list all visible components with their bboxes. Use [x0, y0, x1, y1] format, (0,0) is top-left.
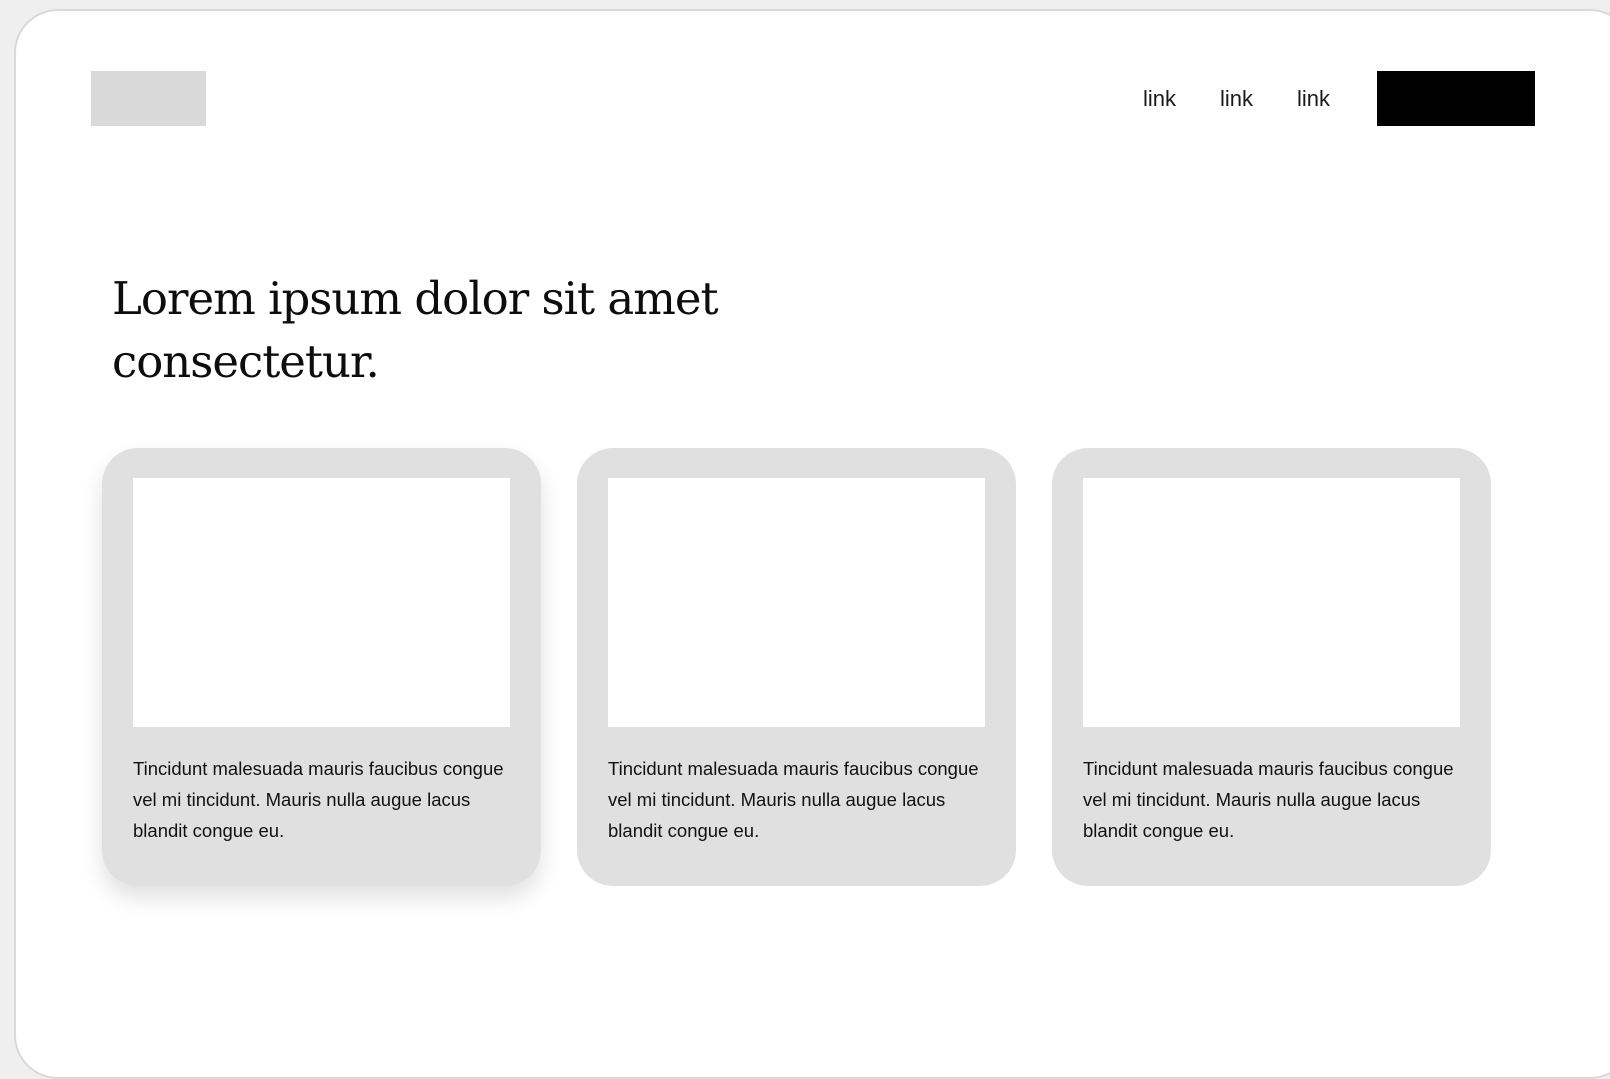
card-description: Tincidunt malesuada mauris faucibus cong… — [133, 758, 504, 841]
card-image-placeholder — [608, 478, 985, 727]
card-image-placeholder — [1083, 478, 1460, 727]
top-nav: link link link — [1121, 71, 1352, 126]
hero-headline: Lorem ipsum dolor sit amet consectetur. — [112, 272, 719, 388]
card-image-placeholder — [133, 478, 510, 727]
card-1[interactable]: Tincidunt malesuada mauris faucibus cong… — [102, 448, 541, 886]
card-3[interactable]: Tincidunt malesuada mauris faucibus cong… — [1052, 448, 1491, 886]
nav-link-1[interactable]: link — [1143, 86, 1176, 112]
nav-link-2[interactable]: link — [1220, 86, 1253, 112]
logo-placeholder[interactable] — [91, 71, 206, 126]
cta-button[interactable] — [1377, 71, 1535, 126]
card-description: Tincidunt malesuada mauris faucibus cong… — [608, 758, 979, 841]
browser-window: link link link Lorem ipsum dolor sit ame… — [14, 9, 1610, 1079]
card-2[interactable]: Tincidunt malesuada mauris faucibus cong… — [577, 448, 1016, 886]
card-description: Tincidunt malesuada mauris faucibus cong… — [1083, 758, 1454, 841]
nav-link-3[interactable]: link — [1297, 86, 1330, 112]
